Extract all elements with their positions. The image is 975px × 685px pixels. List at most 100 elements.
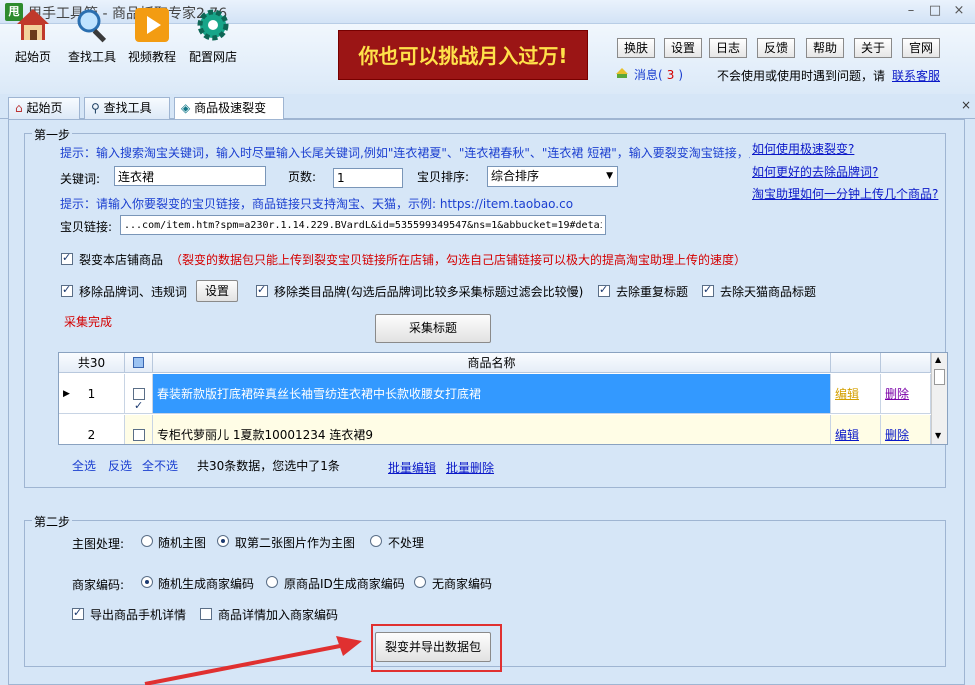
fission-icon: ◈ xyxy=(181,101,191,115)
invert-selection-link[interactable]: 反选 xyxy=(108,457,132,474)
step1-hint-link: 提示：请输入你要裂变的宝贝链接，商品链接只支持淘宝、天猫，示例: https:/… xyxy=(60,197,574,211)
grid-header-delete xyxy=(881,353,931,373)
row-number: 1 xyxy=(87,387,96,401)
toolbar-config-store-button[interactable]: 配置网店 xyxy=(182,6,244,65)
select-all-link[interactable]: 全选 xyxy=(72,457,96,474)
row-edit-link[interactable]: 编辑 xyxy=(831,415,881,444)
message-count: 3 xyxy=(666,68,675,82)
batch-edit-link[interactable]: 批量编辑 xyxy=(388,459,436,476)
tab-product-fission-label: 商品极速裂变 xyxy=(194,101,267,115)
sort-select[interactable]: 综合排序 ▼ xyxy=(487,166,618,187)
about-button[interactable]: 关于 xyxy=(854,38,892,58)
table-row[interactable]: 2 专柜代萝丽儿 1夏款10001234 连衣裙9 编辑 删除 xyxy=(59,415,931,444)
log-button[interactable]: 日志 xyxy=(709,38,747,58)
select-none-link[interactable]: 全不选 xyxy=(142,457,178,474)
grid-scrollbar[interactable]: ▲ ▼ xyxy=(931,353,947,444)
chevron-down-icon: ▼ xyxy=(606,171,613,181)
sort-select-value: 综合排序 xyxy=(491,169,540,183)
help-link-brand[interactable]: 如何更好的去除品牌词? xyxy=(752,163,878,180)
row-delete-link[interactable]: 删除 xyxy=(881,374,931,414)
same-store-checkbox[interactable] xyxy=(61,251,73,265)
message-link[interactable]: 消息(3) xyxy=(634,66,683,83)
brand-settings-button[interactable]: 设置 xyxy=(196,280,238,302)
code-none-radio[interactable] xyxy=(414,576,426,588)
row-delete-link[interactable]: 删除 xyxy=(881,415,931,444)
settings-button[interactable]: 设置 xyxy=(664,38,702,58)
feedback-button[interactable]: 反馈 xyxy=(757,38,795,58)
row-edit-link[interactable]: 编辑 xyxy=(831,374,881,414)
toolbar-video-label: 视频教程 xyxy=(127,50,176,64)
grid-header-checkbox[interactable] xyxy=(125,353,153,373)
main-image-second-radio[interactable] xyxy=(217,535,229,547)
code-original-id-label: 原商品ID生成商家编码 xyxy=(284,577,405,591)
row-checkbox-cell xyxy=(125,374,153,414)
toolbar-config-store-label: 配置网店 xyxy=(188,50,237,64)
tab-find-tools[interactable]: ⚲ 查找工具 xyxy=(84,97,170,119)
step1-hint-keyword: 提示：输入搜索淘宝关键词，输入时尽量输入长尾关键词,例如"连衣裙夏"、"连衣裙春… xyxy=(60,146,750,160)
skin-button[interactable]: 换肤 xyxy=(617,38,655,58)
pages-input[interactable] xyxy=(333,168,403,188)
grid-header-edit xyxy=(831,353,881,373)
help-link-upload[interactable]: 淘宝助理如何一分钟上传几个商品? xyxy=(752,185,938,202)
code-original-id-radio[interactable] xyxy=(266,576,278,588)
contact-support-link[interactable]: 联系客服 xyxy=(892,67,940,84)
close-button[interactable]: × xyxy=(948,2,970,20)
main-image-none-label: 不处理 xyxy=(388,536,425,550)
same-store-note: （裂变的数据包只能上传到裂变宝贝链接所在店铺，勾选自己店铺链接可以极大的提高淘宝… xyxy=(170,253,747,267)
row-number-cell: ▶ 1 xyxy=(59,374,125,414)
export-mobile-checkbox[interactable] xyxy=(72,606,84,620)
message-label: 消息( xyxy=(634,68,663,82)
same-store-label: 裂变本店铺商品 xyxy=(79,253,164,267)
magnifier-icon xyxy=(77,9,107,43)
red-arrow-annotation xyxy=(144,636,362,685)
item-link-input[interactable] xyxy=(120,215,606,235)
minimize-button[interactable]: – xyxy=(900,2,922,20)
tab-home[interactable]: ⌂ 起始页 xyxy=(8,97,80,119)
product-grid: 共30 商品名称 ▶1 春装新款版打底裙碎真丝长袖雪纺连衣裙中长款收腰女打底裙 … xyxy=(58,352,948,445)
collect-titles-button[interactable]: 采集标题 xyxy=(375,314,491,343)
message-icon xyxy=(616,68,628,78)
scroll-up-icon[interactable]: ▲ xyxy=(935,355,941,364)
help-button[interactable]: 帮助 xyxy=(806,38,844,58)
maximize-button[interactable]: □ xyxy=(924,2,946,20)
toolbar-find-tools-button[interactable]: 查找工具 xyxy=(61,6,123,65)
website-button[interactable]: 官网 xyxy=(902,38,940,58)
scroll-thumb[interactable] xyxy=(934,369,945,385)
keyword-input[interactable] xyxy=(114,166,266,186)
home-icon: ⌂ xyxy=(15,101,23,115)
row-number-cell: 2 xyxy=(59,415,125,444)
remove-tmall-checkbox[interactable] xyxy=(702,283,714,297)
tab-close-icon[interactable]: × xyxy=(961,98,971,112)
toolbar-home-label: 起始页 xyxy=(14,50,51,64)
tab-product-fission[interactable]: ◈ 商品极速裂变 xyxy=(174,97,284,120)
fission-export-button[interactable]: 裂变并导出数据包 xyxy=(375,632,491,662)
code-random-radio[interactable] xyxy=(141,576,153,588)
table-row[interactable]: ▶1 春装新款版打底裙碎真丝长袖雪纺连衣裙中长款收腰女打底裙 编辑 删除 xyxy=(59,374,931,414)
status-text: 采集完成 xyxy=(64,315,113,329)
selection-summary: 共30条数据，您选中了1条 xyxy=(197,459,340,473)
tab-home-label: 起始页 xyxy=(26,101,63,115)
row-checkbox[interactable] xyxy=(133,386,145,413)
batch-delete-link[interactable]: 批量删除 xyxy=(446,459,494,476)
remove-brand-checkbox[interactable] xyxy=(61,283,73,297)
toolbar-video-button[interactable]: 视频教程 xyxy=(121,6,183,65)
dedupe-label: 去除重复标题 xyxy=(616,285,689,299)
add-code-detail-checkbox[interactable] xyxy=(200,608,212,620)
tab-find-tools-label: 查找工具 xyxy=(103,101,152,115)
toolbar-home-button[interactable]: 起始页 xyxy=(2,6,64,65)
main-image-random-radio[interactable] xyxy=(141,535,153,547)
main-image-none-radio[interactable] xyxy=(370,535,382,547)
dedupe-checkbox[interactable] xyxy=(598,283,610,297)
help-link-fission[interactable]: 如何使用极速裂变? xyxy=(752,140,854,157)
row-checkbox[interactable] xyxy=(133,429,145,441)
keyword-label: 关键词: xyxy=(60,172,101,186)
scroll-down-icon[interactable]: ▼ xyxy=(935,431,941,440)
pages-label: 页数: xyxy=(288,170,317,184)
remove-category-brand-checkbox[interactable] xyxy=(256,283,268,297)
remove-tmall-label: 去除天猫商品标题 xyxy=(720,285,817,299)
step2-legend: 第二步 xyxy=(32,513,73,530)
promo-banner[interactable]: 你也可以挑战月入过万! xyxy=(338,30,588,80)
remove-brand-label: 移除品牌词、违规词 xyxy=(79,285,188,299)
sort-label: 宝贝排序: xyxy=(417,170,470,184)
gear-icon xyxy=(197,9,229,41)
